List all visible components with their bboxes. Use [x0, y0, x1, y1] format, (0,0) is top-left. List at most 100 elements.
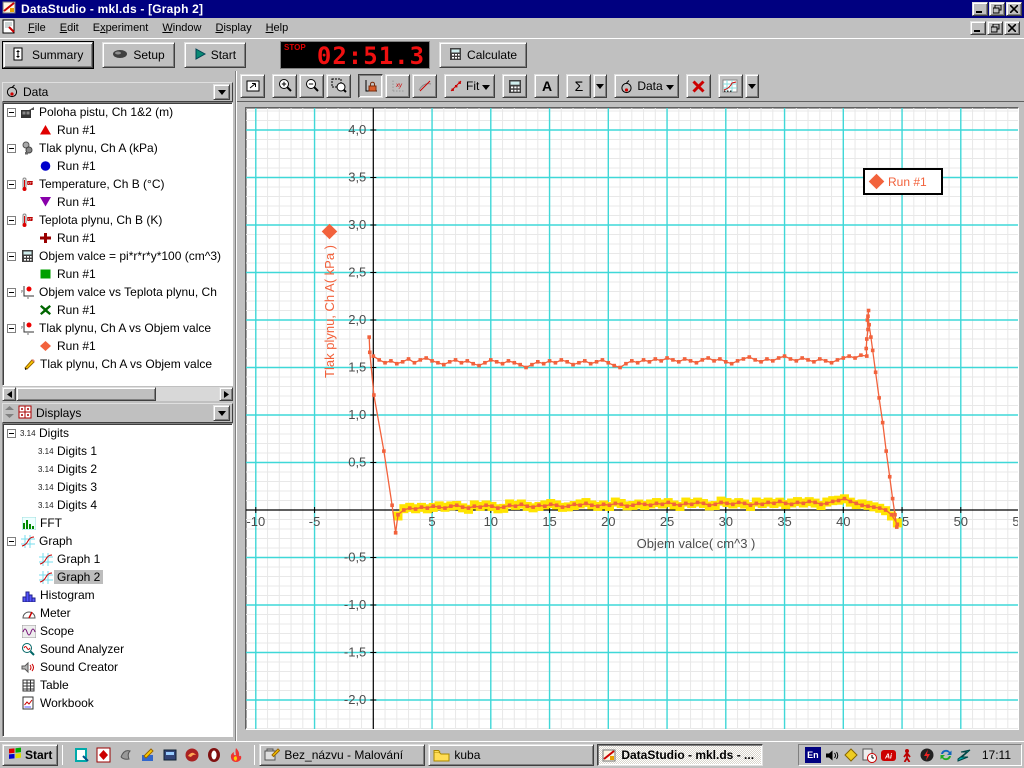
tree-expander[interactable] [7, 537, 16, 546]
displays-item-histogram[interactable]: Histogram [3, 586, 232, 604]
restore-button[interactable] [989, 2, 1005, 16]
summary-button[interactable]: Summary [3, 42, 93, 68]
tree-item-label[interactable]: Meter [37, 606, 74, 620]
data-item-temperature-ch-b-c[interactable]: KTDTemperature, Ch B (°C) [3, 175, 232, 193]
data-item-tlak-plynu-ch-a-vs-objem-valce[interactable]: Tlak plynu, Ch A vs Objem valce [3, 355, 232, 373]
slope-tool-button[interactable] [412, 74, 437, 98]
ati-icon[interactable]: Ai [881, 747, 897, 763]
tree-item-label[interactable]: Run #1 [54, 159, 99, 173]
menu-display[interactable]: Display [209, 19, 259, 37]
fit-button[interactable]: Fit [444, 74, 495, 98]
tree-item-label[interactable]: Run #1 [54, 267, 99, 281]
xy-tool-button[interactable]: xy [385, 74, 410, 98]
tree-item-label[interactable]: FFT [37, 516, 65, 530]
tree-expander[interactable] [7, 108, 16, 117]
data-item-run-1[interactable]: Run #1 [3, 229, 232, 247]
graph-settings-button[interactable] [718, 74, 743, 98]
widget-icon[interactable] [161, 747, 178, 764]
menu-help[interactable]: Help [259, 19, 296, 37]
data-item-run-1[interactable]: Run #1 [3, 121, 232, 139]
tree-item-label[interactable]: Graph 1 [54, 552, 103, 566]
displays-item-fft[interactable]: FFT [3, 514, 232, 532]
zoom-out-button[interactable] [299, 74, 324, 98]
tree-item-label[interactable]: Temperature, Ch B (°C) [36, 177, 168, 191]
bird-icon[interactable] [117, 747, 134, 764]
data-item-objem-valce-vs-teplota-plynu-ch[interactable]: yxObjem valce vs Teplota plynu, Ch [3, 283, 232, 301]
tree-item-label[interactable]: Scope [37, 624, 77, 638]
scrollbar-thumb[interactable] [16, 387, 156, 401]
tree-expander[interactable] [7, 252, 16, 261]
task-button-datastudio-mkl-ds[interactable]: DataStudio - mkl.ds - ... [597, 744, 763, 766]
language-indicator[interactable]: En [805, 747, 821, 763]
task-button-bez-n-zvu-malov-n[interactable]: Bez_názvu - Malování [259, 744, 425, 766]
setup-button[interactable]: Setup [102, 42, 174, 68]
tree-expander[interactable] [7, 288, 16, 297]
tree-item-label[interactable]: Sound Creator [37, 660, 121, 674]
tree-item-label[interactable]: Run #1 [54, 303, 99, 317]
tree-item-label[interactable]: Tlak plynu, Ch A vs Objem valce [37, 357, 215, 371]
start-menu-button[interactable]: Start [2, 744, 58, 766]
text-tool-button[interactable]: A [534, 74, 559, 98]
data-item-objem-valce-pi-r-r-y-100-cm-3[interactable]: Objem valce = pi*r*r*y*100 (cm^3) [3, 247, 232, 265]
displays-panel-header[interactable]: Displays [2, 403, 233, 423]
tree-expander[interactable] [7, 144, 16, 153]
displays-item-digits-4[interactable]: 3.14Digits 4 [3, 496, 232, 514]
minimize-button[interactable] [972, 2, 988, 16]
data-button-dropdown-arrow-icon[interactable] [666, 79, 674, 93]
data-item-run-1[interactable]: Run #1 [3, 301, 232, 319]
data-item-run-1[interactable]: Run #1 [3, 337, 232, 355]
acrobat-icon[interactable] [95, 747, 112, 764]
document-icon[interactable] [2, 19, 17, 37]
data-item-run-1[interactable]: Run #1 [3, 193, 232, 211]
tree-item-label[interactable]: Sound Analyzer [37, 642, 127, 656]
displays-item-workbook[interactable]: Workbook [3, 694, 232, 712]
data-item-tlak-plynu-ch-a-vs-objem-valce[interactable]: yxTlak plynu, Ch A vs Objem valce [3, 319, 232, 337]
chart-canvas[interactable]: -10-5510152025303540455055-2,0-1,5-1,0-0… [246, 108, 1019, 730]
sync-icon[interactable] [938, 747, 954, 763]
tree-item-label[interactable]: Poloha pistu, Ch 1&2 (m) [36, 105, 176, 119]
tree-expander[interactable] [7, 324, 16, 333]
calculate-button[interactable] [502, 74, 527, 98]
zoom-in-button[interactable] [272, 74, 297, 98]
tree-item-label[interactable]: Tlak plynu, Ch A vs Objem valce [36, 321, 214, 335]
displays-item-digits[interactable]: 3.14Digits [3, 424, 232, 442]
tree-item-label[interactable]: Histogram [37, 588, 98, 602]
tree-item-label[interactable]: Teplota plynu, Ch B (K) [36, 213, 165, 227]
tree-item-label[interactable]: Graph 2 [54, 570, 103, 584]
close-button[interactable] [1006, 2, 1022, 16]
mdi-restore-button[interactable] [987, 21, 1003, 35]
displays-item-sound-creator[interactable]: Sound Creator [3, 658, 232, 676]
draw-icon[interactable] [139, 747, 156, 764]
data-item-teplota-plynu-ch-b-k[interactable]: KTDTeplota plynu, Ch B (K) [3, 211, 232, 229]
graph-plot-area[interactable]: -10-5510152025303540455055-2,0-1,5-1,0-0… [245, 107, 1019, 730]
displays-item-sound-analyzer[interactable]: Sound Analyzer [3, 640, 232, 658]
menu-edit[interactable]: Edit [53, 19, 86, 37]
statistics-button[interactable]: Σ [566, 74, 591, 98]
menu-experiment[interactable]: Experiment [86, 19, 156, 37]
tree-item-label[interactable]: Graph [36, 534, 75, 548]
lightning-icon[interactable] [919, 747, 935, 763]
tree-item-label[interactable]: Run #1 [54, 123, 99, 137]
data-item-run-1[interactable]: Run #1 [3, 265, 232, 283]
displays-item-table[interactable]: Table [3, 676, 232, 694]
tree-item-label[interactable]: Digits 1 [54, 444, 100, 458]
displays-dropdown-button[interactable] [213, 405, 230, 421]
tree-item-label[interactable]: Digits [36, 426, 72, 440]
pane-splitter-icon[interactable] [5, 406, 14, 421]
displays-item-scope[interactable]: Scope [3, 622, 232, 640]
volume-icon[interactable] [824, 747, 840, 763]
calculate-button[interactable]: Calculate [439, 42, 527, 68]
data-item-run-1[interactable]: Run #1 [3, 157, 232, 175]
data-tree-hscrollbar[interactable] [2, 387, 233, 401]
tree-expander[interactable] [7, 216, 16, 225]
displays-item-graph-2[interactable]: Graph 2 [3, 568, 232, 586]
fit-button-dropdown-arrow-icon[interactable] [482, 79, 490, 93]
data-dropdown-button[interactable] [213, 84, 230, 100]
statistics-button-dropdown-button[interactable] [593, 74, 607, 98]
tree-item-label[interactable]: Run #1 [54, 339, 99, 353]
displays-item-graph[interactable]: Graph [3, 532, 232, 550]
dragon-icon[interactable] [183, 747, 200, 764]
mdi-close-button[interactable] [1004, 21, 1020, 35]
displays-item-digits-2[interactable]: 3.14Digits 2 [3, 460, 232, 478]
tree-expander[interactable] [7, 429, 16, 438]
